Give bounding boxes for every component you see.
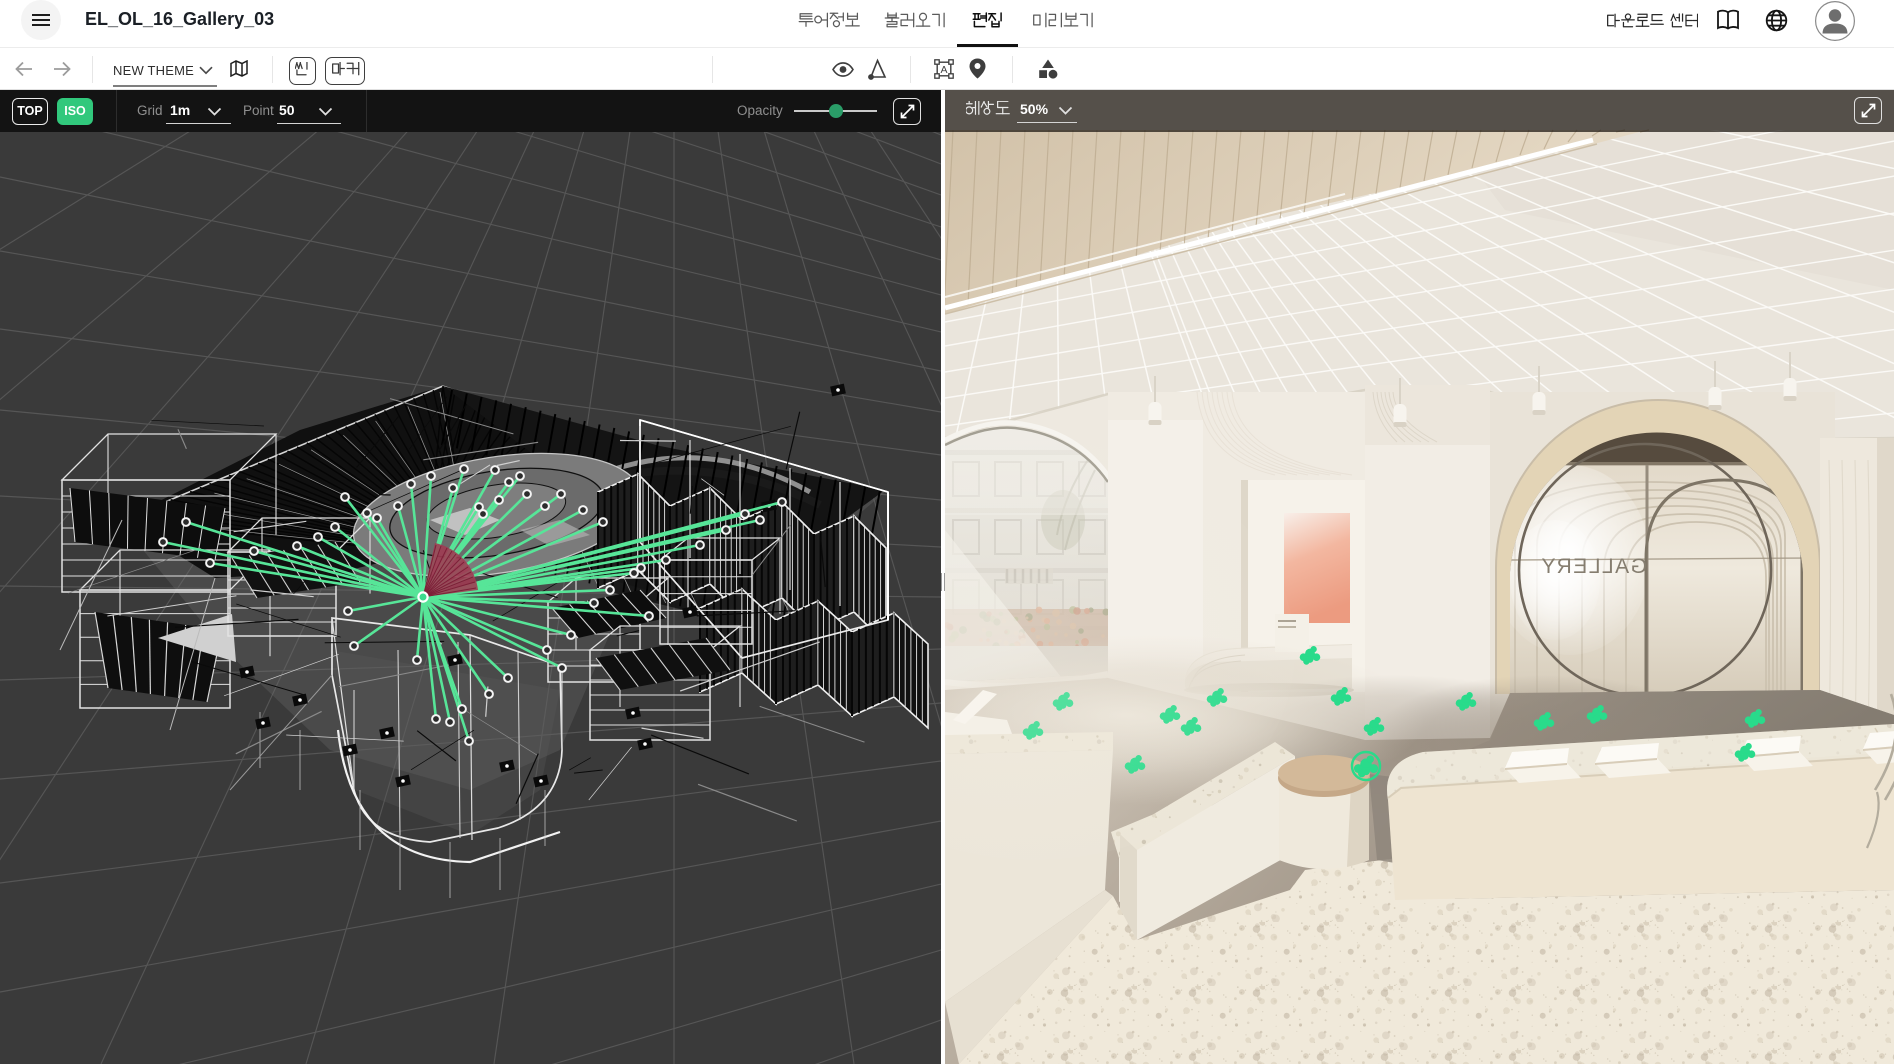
- svg-text:GALLERY: GALLERY: [1540, 555, 1647, 578]
- svg-text:A: A: [940, 64, 947, 76]
